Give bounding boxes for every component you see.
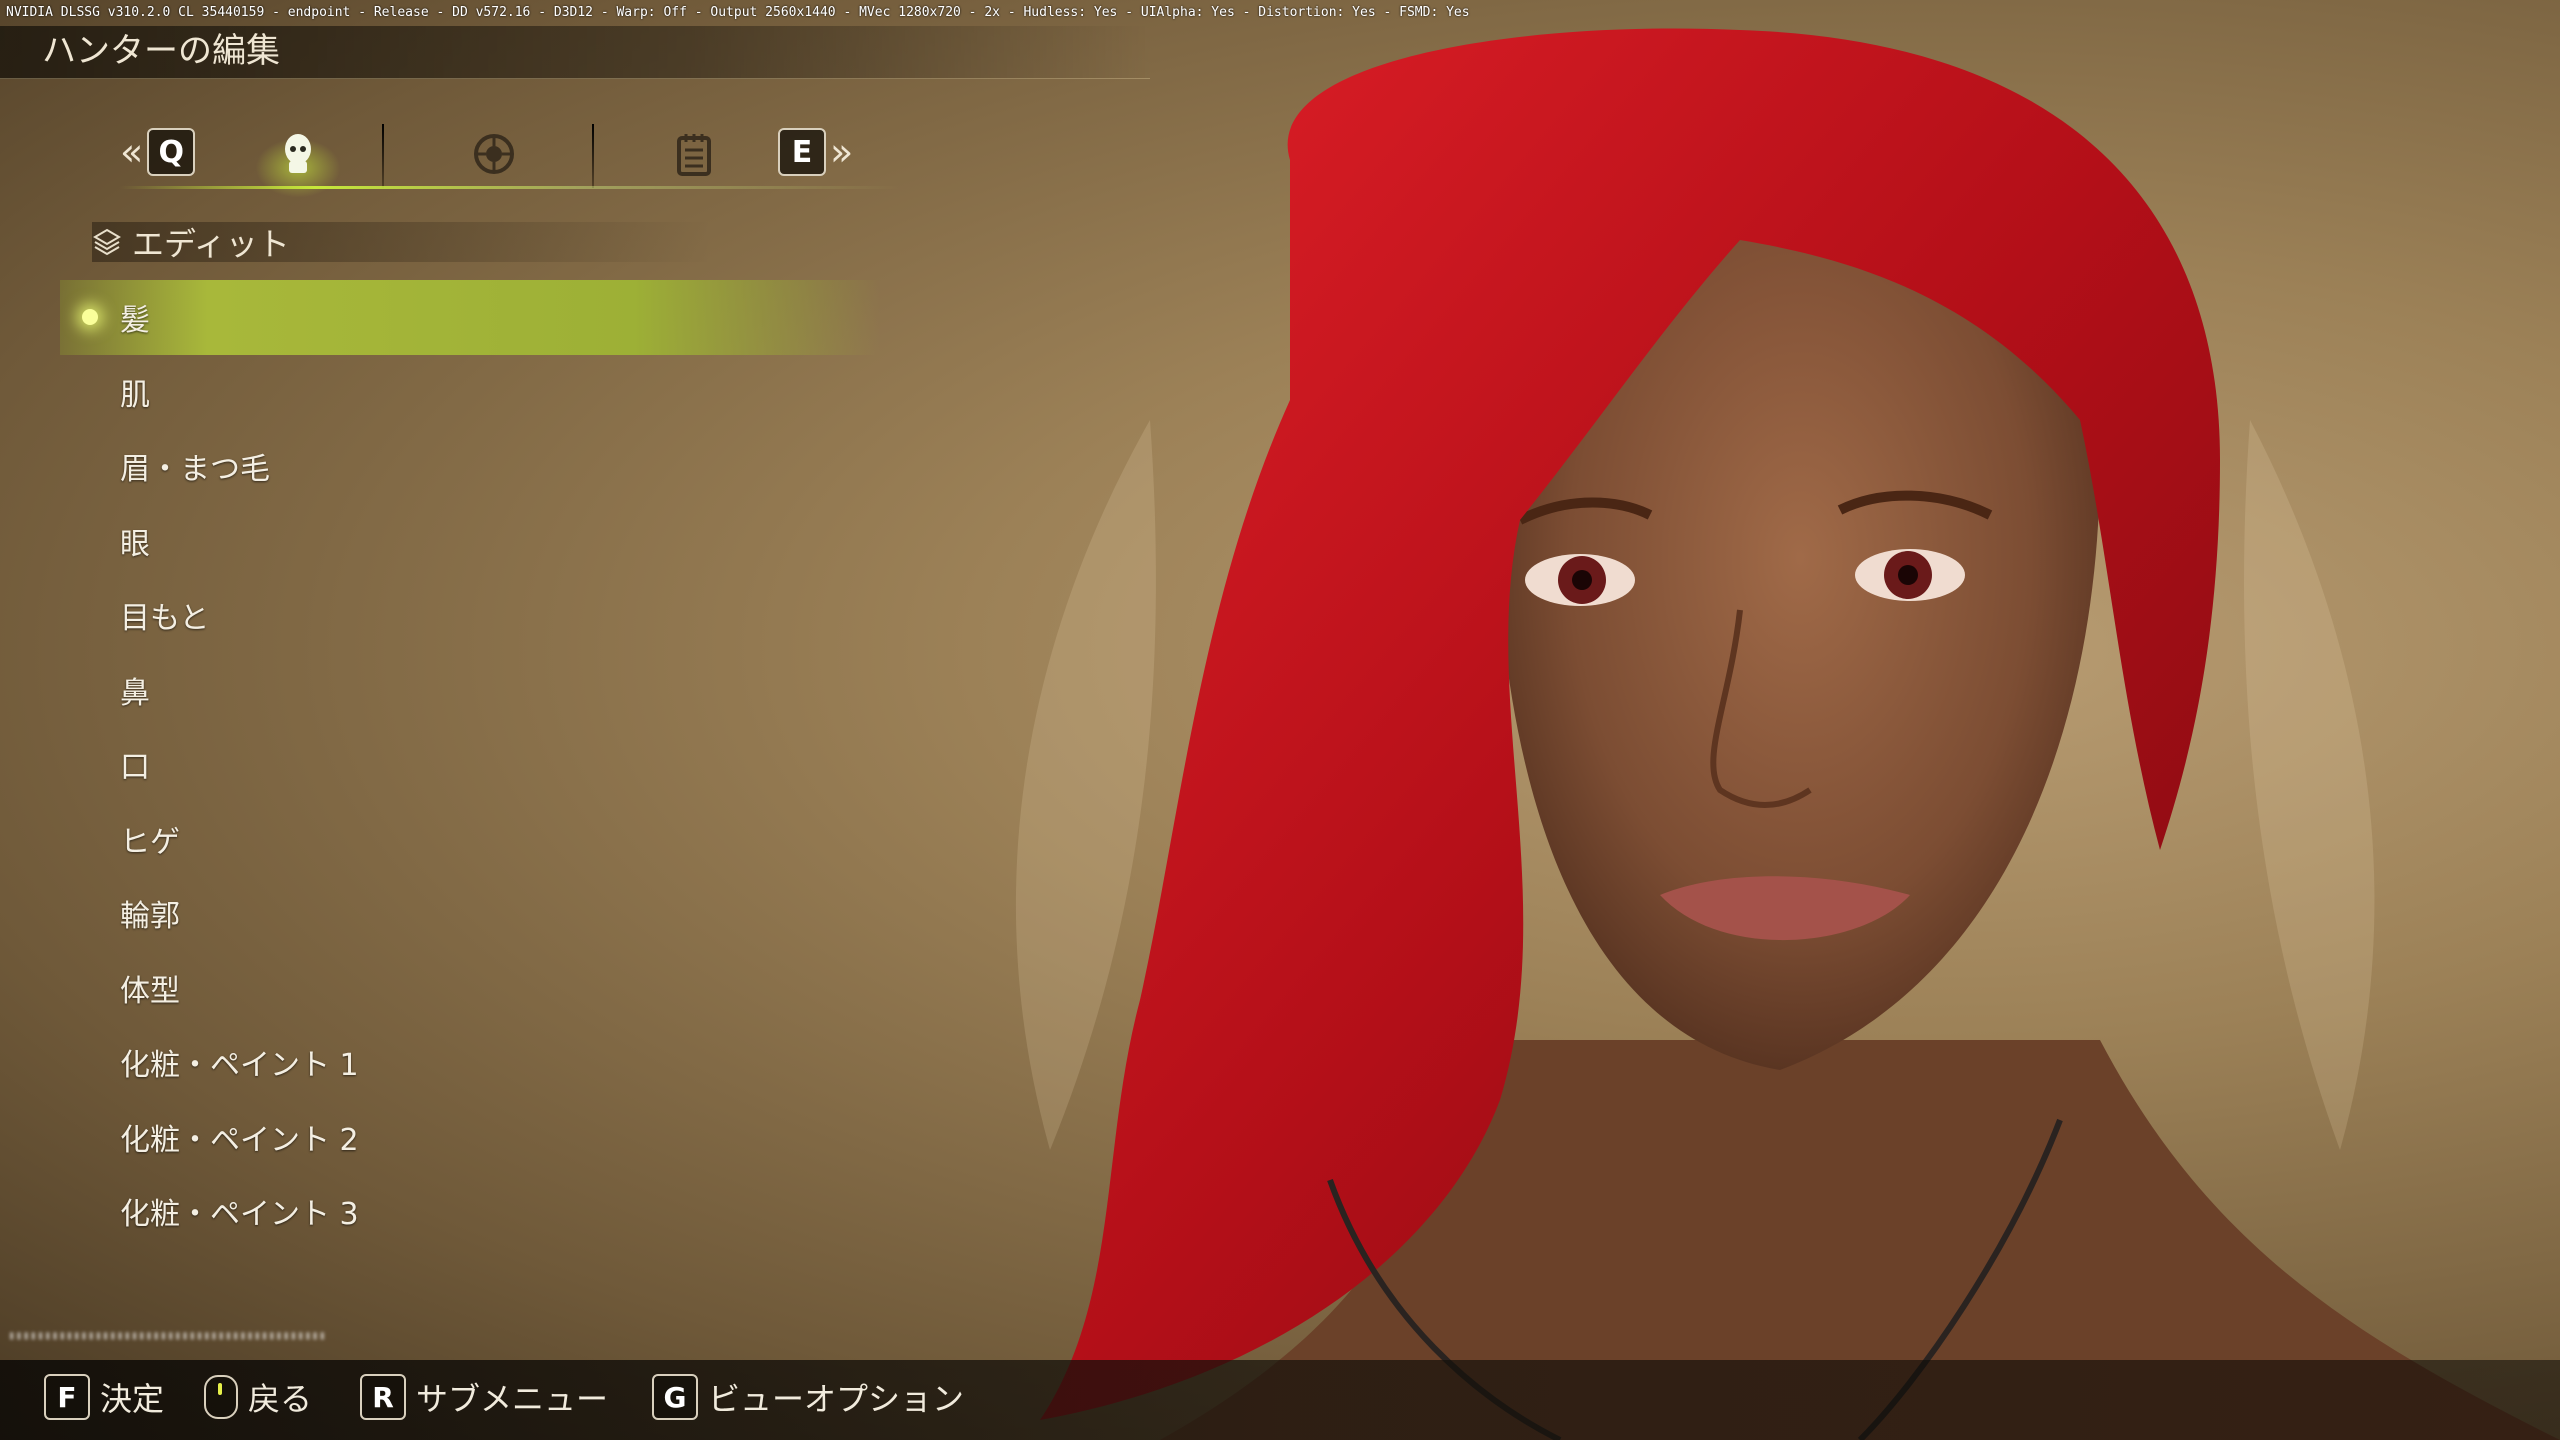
chevron-left-icon: «: [120, 130, 144, 174]
section-header: エディット: [92, 222, 712, 263]
menu-item[interactable]: 化粧・ペイント 1: [60, 1025, 880, 1100]
tab-profile[interactable]: [664, 126, 724, 182]
view-options-hint[interactable]: G ビューオプション: [652, 1374, 964, 1420]
tab-equipment[interactable]: [464, 126, 524, 182]
menu-item[interactable]: 髪: [60, 280, 880, 355]
next-tab-control[interactable]: E »: [778, 128, 853, 176]
page-title: ハンターの編集: [42, 31, 280, 71]
prev-tab-control[interactable]: « Q: [120, 128, 196, 176]
edit-menu: 髪肌眉・まつ毛眼目もと鼻口ヒゲ輪郭体型化粧・ペイント 1 化粧・ペイント 2 化粧・…: [60, 280, 880, 1249]
armor-wheel-icon: [474, 134, 514, 174]
menu-item[interactable]: 鼻: [60, 653, 880, 728]
menu-item[interactable]: 眉・まつ毛: [60, 429, 880, 504]
menu-item[interactable]: 体型: [60, 951, 880, 1026]
menu-item[interactable]: 口: [60, 727, 880, 802]
layers-icon: [93, 228, 121, 256]
menu-item[interactable]: 化粧・ペイント 2: [60, 1100, 880, 1175]
tab-divider: [382, 124, 384, 188]
back-hint[interactable]: 戻る: [204, 1374, 312, 1420]
menu-item[interactable]: 眼: [60, 504, 880, 579]
head-silhouette-icon: [285, 134, 311, 173]
menu-item[interactable]: 肌: [60, 355, 880, 430]
notepad-icon: [677, 134, 711, 176]
menu-item-label: 鼻: [120, 675, 150, 711]
menu-item-label: 眉・まつ毛: [120, 452, 270, 488]
menu-item-label: 化粧・ペイント 3: [120, 1197, 359, 1233]
menu-item-label: 髪: [120, 303, 150, 339]
r-key-button[interactable]: R: [360, 1374, 406, 1420]
menu-item-label: 化粧・ペイント 1: [120, 1048, 359, 1084]
submenu-hint[interactable]: R サブメニュー: [360, 1374, 608, 1420]
tab-bar: « Q E »: [120, 118, 900, 200]
menu-item[interactable]: 目もと: [60, 578, 880, 653]
footer-hint-bar: F 決定 戻る R サブメニュー G ビューオプション: [0, 1360, 2560, 1440]
tab-underline: [120, 186, 900, 189]
menu-item-label: 輪郭: [120, 899, 180, 935]
chevron-right-icon: »: [830, 130, 854, 174]
view-options-label: ビューオプション: [708, 1380, 965, 1418]
menu-item-label: 眼: [120, 526, 150, 562]
menu-item-label: 肌: [120, 377, 150, 413]
section-label: エディット: [132, 225, 290, 263]
e-key-button[interactable]: E: [778, 128, 826, 176]
mouse-right-click-icon[interactable]: [204, 1375, 238, 1419]
submenu-label: サブメニュー: [416, 1380, 609, 1418]
menu-item[interactable]: 化粧・ペイント 3: [60, 1174, 880, 1249]
q-key-button[interactable]: Q: [147, 128, 196, 176]
back-label: 戻る: [248, 1380, 313, 1418]
confirm-hint[interactable]: F 決定: [44, 1374, 164, 1420]
tab-appearance[interactable]: [252, 126, 344, 200]
g-key-button[interactable]: G: [652, 1374, 698, 1420]
f-key-button[interactable]: F: [44, 1374, 90, 1420]
menu-item-label: 体型: [120, 973, 180, 1009]
menu-item[interactable]: ヒゲ: [60, 802, 880, 877]
menu-item-label: ヒゲ: [120, 824, 180, 860]
menu-item-label: 口: [120, 750, 150, 786]
menu-item-label: 目もと: [120, 601, 210, 637]
debug-overlay-blurred: ▮▮▮▮▮▮▮▮▮▮▮▮▮▮▮▮▮▮▮▮▮▮▮▮▮▮▮▮▮▮▮▮▮▮▮▮▮▮▮▮…: [8, 1328, 326, 1342]
confirm-label: 決定: [100, 1380, 165, 1418]
menu-item[interactable]: 輪郭: [60, 876, 880, 951]
menu-item-label: 化粧・ペイント 2: [120, 1122, 359, 1158]
character-portrait: [1015, 28, 2560, 1440]
selection-indicator-icon: [82, 309, 98, 326]
tab-divider: [592, 124, 594, 188]
